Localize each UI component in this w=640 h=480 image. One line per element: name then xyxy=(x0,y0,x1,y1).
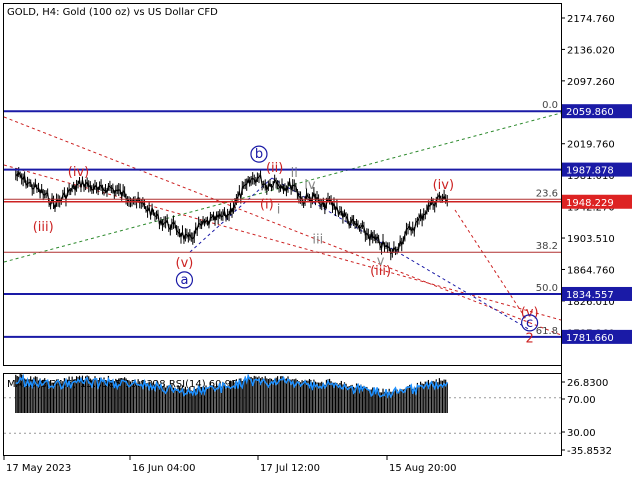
fib-label: 61.8 xyxy=(536,326,558,337)
wave-label: i xyxy=(277,202,281,217)
price-tick-label: 1903.510 xyxy=(567,234,615,245)
price-tick-label: 2019.760 xyxy=(567,140,615,151)
fib-label: 38.2 xyxy=(536,241,558,252)
wave-label: a xyxy=(180,273,188,288)
wave-label: (ii) xyxy=(266,161,283,176)
fib-label: 0.0 xyxy=(542,100,558,111)
wave-label: (v) xyxy=(176,256,194,271)
level-label: 1781.660 xyxy=(566,333,614,344)
level-label: 1834.557 xyxy=(566,290,614,301)
level-label: 1987.878 xyxy=(566,166,614,177)
indicator-tick-label: -35.8532 xyxy=(567,446,612,457)
wave-label: iv xyxy=(304,178,316,193)
time-tick-label: 16 Jun 04:00 xyxy=(132,463,196,474)
wave-label: (iv) xyxy=(433,178,454,193)
level-label: 2059.860 xyxy=(566,107,614,118)
price-tick-label: 2136.020 xyxy=(567,45,615,56)
price-tick-label: 1864.760 xyxy=(567,265,615,276)
chart-canvas: GOLD, H4: Gold (100 oz) vs US Dollar CFD… xyxy=(0,0,640,480)
indicator-tick-label: 30.00 xyxy=(567,428,596,439)
wave-label: c xyxy=(526,316,533,331)
time-tick-label: 17 May 2023 xyxy=(6,463,71,474)
time-tick-label: 17 Jul 12:00 xyxy=(260,463,320,474)
indicator-tick-label: 26.8300 xyxy=(567,378,608,389)
wave-label: b xyxy=(255,147,263,162)
time-tick-label: 15 Aug 20:00 xyxy=(389,463,456,474)
current-price-label: 1948.229 xyxy=(566,198,614,209)
wave-label: 2 xyxy=(525,331,533,346)
chart-header: GOLD, H4: Gold (100 oz) vs US Dollar CFD xyxy=(7,7,218,18)
price-tick-label: 2097.260 xyxy=(567,77,615,88)
wave-label: ii xyxy=(291,166,298,181)
price-tick-label: 2174.760 xyxy=(567,14,615,25)
fib-label: 23.6 xyxy=(536,188,558,199)
wave-label: (i) xyxy=(260,197,274,212)
indicator-tick-label: 70.00 xyxy=(567,395,596,406)
wave-label: (iv) xyxy=(68,165,89,180)
fib-label: 50.0 xyxy=(536,283,558,294)
wave-label: (iii) xyxy=(33,220,54,235)
wave-label: (iii) xyxy=(370,264,391,279)
wave-label: iii xyxy=(312,232,323,247)
